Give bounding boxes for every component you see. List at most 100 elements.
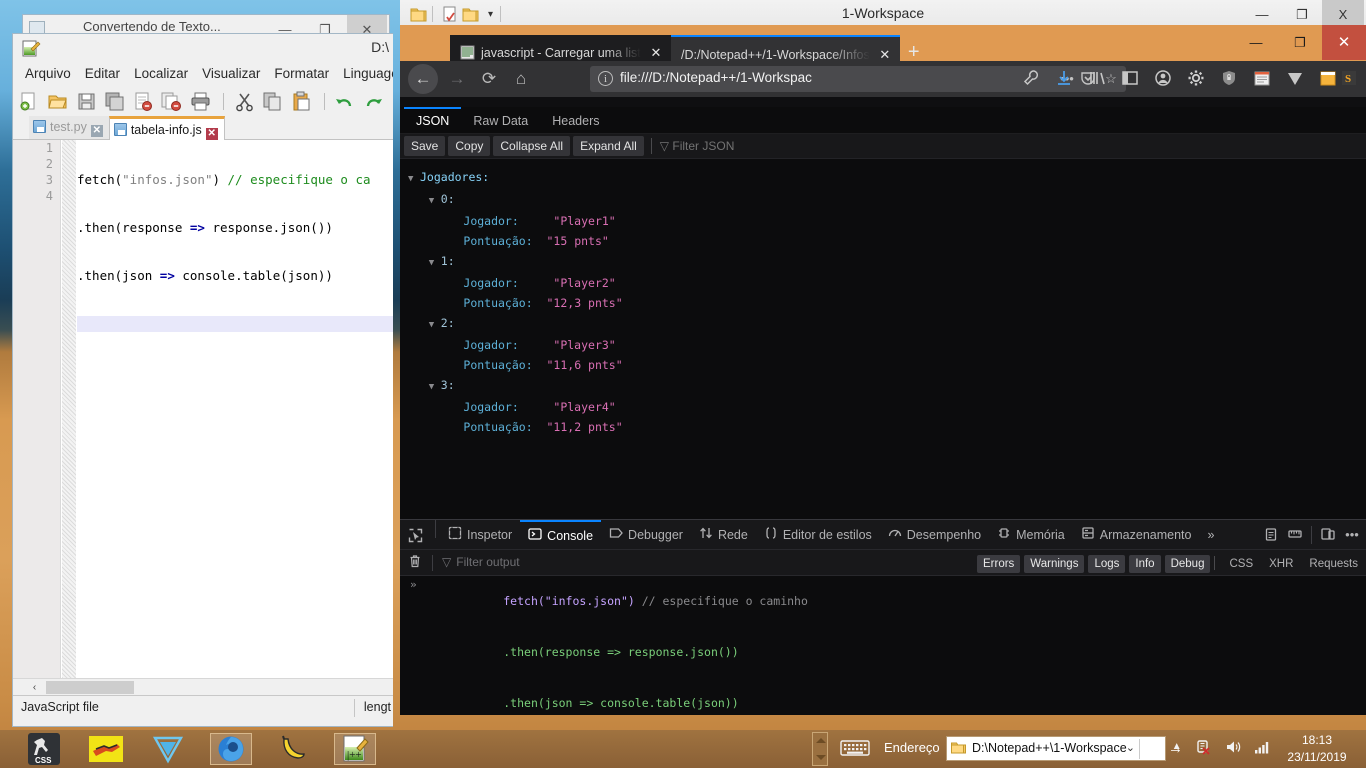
downloads-icon[interactable] (1055, 69, 1077, 91)
collapse-all-button[interactable]: Collapse All (493, 136, 571, 156)
menu-arquivo[interactable]: Arquivo (25, 66, 71, 81)
chevron-down-icon[interactable]: ▼ (408, 169, 420, 189)
tab-editor-de-estilos[interactable]: Editor de estilos (756, 520, 880, 549)
close-file-icon[interactable] (133, 91, 154, 112)
forward-arrow-icon[interactable]: → (442, 64, 472, 94)
save-button[interactable]: Save (404, 136, 446, 156)
notepad-titlebar[interactable]: D:\ (13, 34, 393, 64)
chevron-down-icon[interactable]: ▼ (429, 315, 441, 335)
chevron-down-icon[interactable]: ▼ (429, 191, 441, 211)
tab-desempenho[interactable]: Desempenho (880, 520, 989, 549)
json-index-row[interactable]: ▼ 2: (408, 313, 1366, 335)
open-file-icon[interactable] (47, 91, 68, 112)
filter-errors[interactable]: Errors (976, 555, 1021, 573)
paste-icon[interactable] (291, 91, 312, 112)
url-bar[interactable]: i file:///D:/Notepad++/1-Workspac ••• ☆ (590, 66, 1126, 92)
notepad-tab-close[interactable]: ✕ (90, 125, 103, 137)
redo-icon[interactable] (363, 91, 384, 112)
json-root-row[interactable]: ▼ Jogadores: (408, 167, 1366, 189)
s-addon-icon[interactable]: S (1340, 69, 1362, 91)
signal-icon[interactable] (1254, 739, 1270, 755)
tab-inspetor[interactable]: Inspetor (440, 520, 520, 549)
filter-requests[interactable]: Requests (1303, 555, 1364, 573)
network-disconnected-icon[interactable] (1195, 739, 1211, 755)
expand-all-button[interactable]: Expand All (573, 136, 644, 156)
volume-icon[interactable] (1225, 739, 1241, 755)
address-combobox[interactable]: D:\Notepad++\1-Workspace ⌄ (946, 736, 1166, 761)
notepad-tab-test-py[interactable]: test.py ✕ (29, 116, 109, 139)
menu-localizar[interactable]: Localizar (134, 66, 188, 81)
editor-code-area[interactable]: fetch("infos.json") // especifique o ca … (77, 140, 393, 678)
fold-margin[interactable] (62, 140, 76, 678)
filter-xhr[interactable]: XHR (1263, 555, 1299, 573)
info-circle-icon[interactable]: i (598, 71, 613, 86)
taskbar-item-csgo-skin[interactable] (86, 733, 128, 765)
taskbar-item-v-app[interactable] (148, 733, 190, 765)
library-icon[interactable] (1088, 69, 1110, 91)
cut-icon[interactable] (234, 91, 255, 112)
sidebar-icon[interactable] (1121, 69, 1143, 91)
copy-icon[interactable] (262, 91, 283, 112)
console-output[interactable]: » fetch("infos.json") // especifique o ca… (400, 576, 1366, 714)
scroll-up-arrow[interactable] (816, 738, 826, 743)
tab-debugger[interactable]: Debugger (601, 520, 691, 549)
menu-linguagem[interactable]: Linguagem (343, 66, 393, 81)
taskbar-item-banana[interactable] (272, 733, 314, 765)
save-icon[interactable] (76, 91, 97, 112)
console-filter-input[interactable]: ▽ Filter output (442, 555, 520, 569)
scroll-left-arrow[interactable]: ‹ (27, 680, 42, 695)
tab-memoria[interactable]: Memória (989, 520, 1073, 549)
scrollbar-thumb[interactable] (46, 681, 134, 694)
responsive-notes-icon[interactable] (1259, 520, 1283, 549)
tab-headers[interactable]: Headers (540, 108, 611, 135)
notepad-tab-tabela-info-js[interactable]: tabela-info.js ✕ (108, 116, 225, 140)
keyboard-icon[interactable] (840, 738, 870, 758)
editor-horizontal-scrollbar[interactable]: ‹ (13, 678, 393, 695)
filter-warnings[interactable]: Warnings (1024, 555, 1085, 573)
json-index-row[interactable]: ▼ 0: (408, 189, 1366, 211)
undo-icon[interactable] (334, 91, 355, 112)
firefox-titlebar[interactable]: javascript - Carregar uma lista e✕ /D:/N… (400, 25, 1366, 71)
notes-icon[interactable] (1253, 69, 1275, 91)
account-icon[interactable] (1154, 69, 1176, 91)
tab-armazenamento[interactable]: Armazenamento (1073, 520, 1200, 549)
save-all-icon[interactable] (104, 91, 125, 112)
v-addon-icon[interactable] (1286, 69, 1308, 91)
tab-console[interactable]: Console (520, 520, 602, 549)
devtools-overflow-button[interactable]: » (1199, 520, 1222, 549)
ruler-icon[interactable] (1283, 520, 1307, 549)
filter-info[interactable]: Info (1129, 555, 1161, 573)
taskbar-item-counter-strike[interactable]: CSS (24, 733, 66, 765)
scroll-down-arrow[interactable] (816, 755, 826, 760)
copy-button[interactable]: Copy (448, 136, 491, 156)
firefox-minimize-button[interactable]: — (1234, 25, 1278, 60)
taskbar-item-firefox[interactable] (210, 733, 252, 765)
tab-raw-data[interactable]: Raw Data (461, 108, 540, 135)
home-icon[interactable]: ⌂ (506, 64, 536, 94)
taskbar-scrollbar[interactable] (812, 732, 828, 766)
new-file-icon[interactable] (19, 91, 40, 112)
element-picker-icon[interactable] (400, 520, 431, 549)
chevron-down-icon[interactable]: ▼ (429, 377, 441, 397)
chevron-down-icon[interactable]: ▼ (429, 253, 441, 273)
meatball-menu-icon[interactable]: ••• (1340, 520, 1364, 549)
menu-formatar[interactable]: Formatar (274, 66, 329, 81)
tab-rede[interactable]: Rede (691, 520, 756, 549)
wrench-icon[interactable] (1022, 69, 1044, 91)
show-hidden-icon[interactable]: ▲ (1172, 741, 1182, 752)
shield-icon[interactable] (1220, 69, 1242, 91)
filter-debug[interactable]: Debug (1164, 555, 1211, 573)
chevron-down-icon[interactable]: ⌄ (1126, 741, 1135, 754)
back-arrow-icon[interactable]: ← (408, 64, 438, 94)
taskbar-clock[interactable]: 18:13 23/11/2019 (1274, 732, 1360, 766)
notepad-editor[interactable]: 1 2 3 4 fetch("infos.json") // especifiq… (13, 140, 393, 678)
filter-logs[interactable]: Logs (1088, 555, 1126, 573)
filter-json-input[interactable]: ▽ Filter JSON (660, 139, 735, 153)
tab-json[interactable]: JSON (404, 107, 462, 134)
json-index-row[interactable]: ▼ 3: (408, 375, 1366, 397)
close-all-icon[interactable] (161, 91, 182, 112)
orange-square-icon[interactable] (1319, 69, 1341, 91)
reload-icon[interactable]: ⟳ (474, 64, 504, 94)
menu-editar[interactable]: Editar (85, 66, 120, 81)
taskbar-item-notepad-plus-plus[interactable]: |++ (334, 733, 376, 765)
